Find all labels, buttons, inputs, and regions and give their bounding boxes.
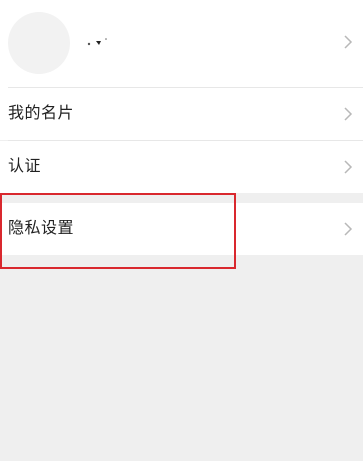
menu-item-business-card[interactable]: 我的名片 (0, 88, 363, 140)
menu-item-verification[interactable]: 认证 (0, 141, 363, 193)
menu-item-privacy-settings[interactable]: 隐私设置 (0, 203, 363, 255)
menu-item-label: 认证 (8, 156, 42, 175)
chevron-right-icon (343, 35, 353, 49)
avatar (8, 12, 70, 74)
profile-row[interactable] (0, 0, 363, 88)
chevron-right-icon (343, 160, 353, 174)
chevron-right-icon (343, 107, 353, 121)
menu-item-label: 我的名片 (8, 103, 75, 122)
section-gap (0, 193, 363, 203)
menu-item-label: 隐私设置 (8, 218, 75, 237)
chevron-right-icon (343, 222, 353, 236)
profile-name (87, 38, 107, 46)
